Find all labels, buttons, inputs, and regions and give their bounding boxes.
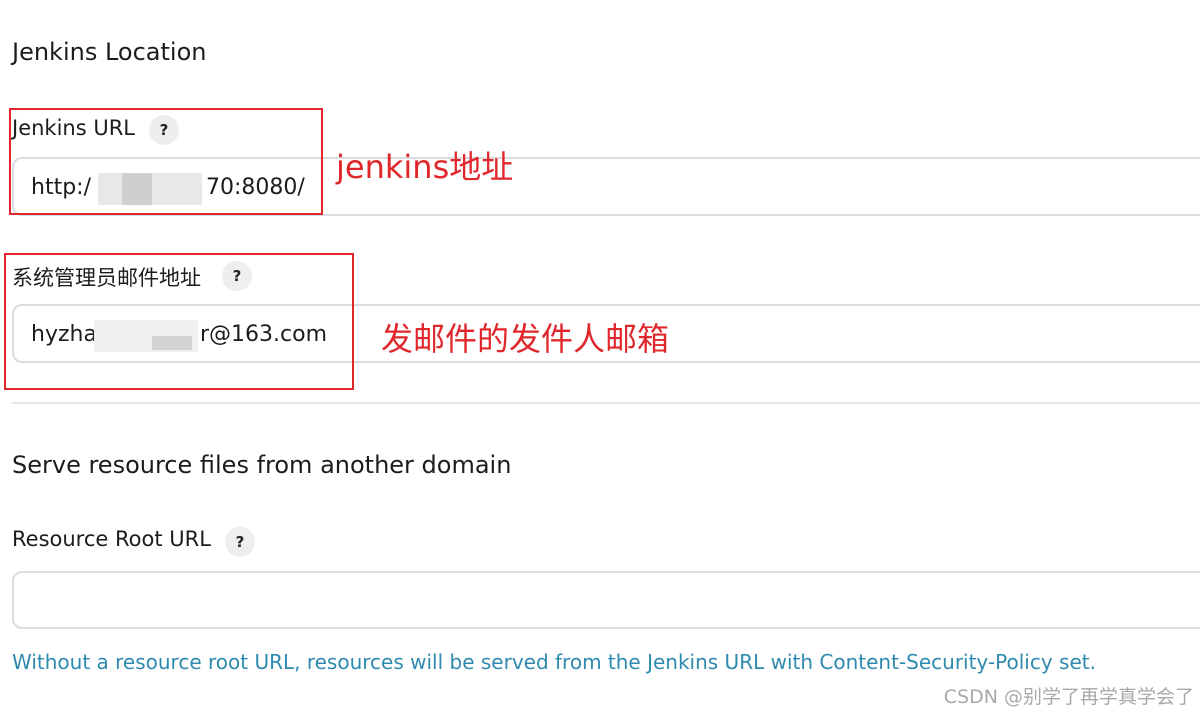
resource-root-url-label: Resource Root URL: [12, 527, 211, 551]
section-title-jenkins-location: Jenkins Location: [12, 38, 207, 66]
resource-root-url-hint: Without a resource root URL, resources w…: [12, 650, 1096, 674]
annotation-text-jenkins-url: jenkins地址: [336, 148, 514, 186]
annotation-box-admin-email: [4, 253, 354, 390]
resource-root-url-input[interactable]: [12, 571, 1200, 629]
csdn-watermark: CSDN @别学了再学真学会了: [943, 686, 1194, 708]
resource-root-url-help-icon[interactable]: ?: [225, 527, 255, 557]
section-title-resource-domain: Serve resource files from another domain: [12, 451, 512, 479]
annotation-box-jenkins-url: [9, 108, 323, 215]
section-divider: [12, 402, 1200, 404]
annotation-text-admin-email: 发邮件的发件人邮箱: [381, 320, 670, 358]
